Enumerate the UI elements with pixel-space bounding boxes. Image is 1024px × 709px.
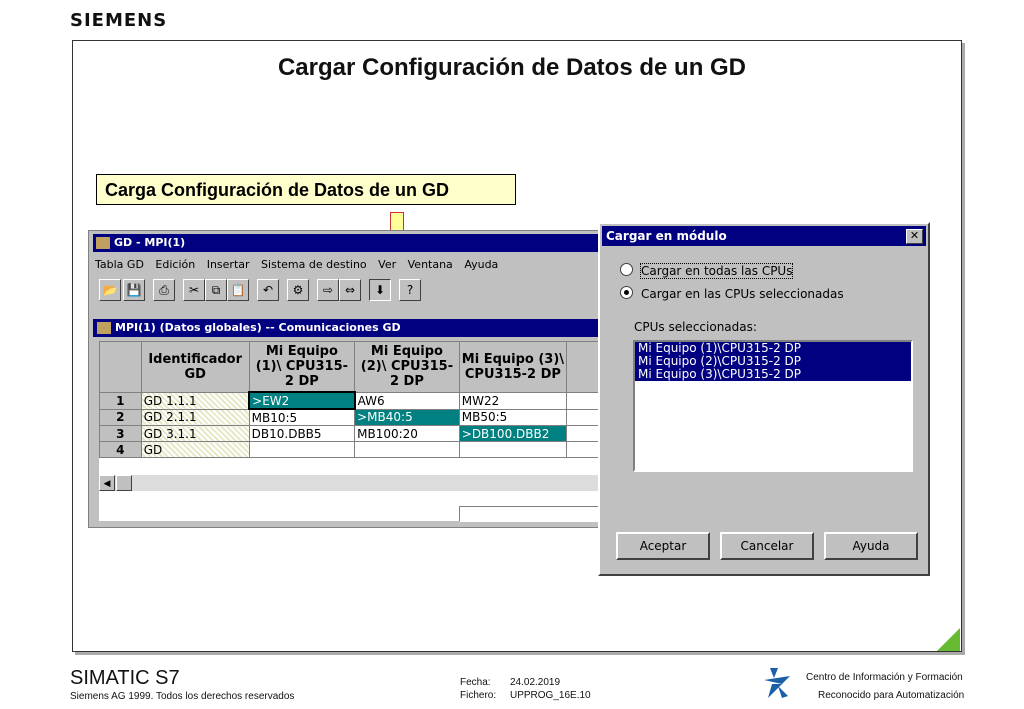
training-center-icon xyxy=(764,668,790,698)
cell[interactable] xyxy=(458,441,568,458)
col-header-equipo-1[interactable]: Mi Equipo (1)\ CPU315-2 DP xyxy=(248,341,356,393)
cell[interactable] xyxy=(566,391,599,410)
scroll-left-icon[interactable]: ◀ xyxy=(99,475,115,491)
compile-icon[interactable]: ⚙ xyxy=(287,279,309,301)
paste-icon[interactable]: 📋 xyxy=(227,279,249,301)
center-label: Centro de Información y Formación xyxy=(806,672,963,683)
cpu-list-label: CPUs seleccionadas: xyxy=(634,320,757,334)
gd-title: GD - MPI(1) xyxy=(114,236,186,249)
corner-header xyxy=(99,341,142,393)
cell[interactable]: MB10:5 xyxy=(248,408,356,426)
table-row: 2 GD 2.1.1 MB10:5 >MB40:5 MB50:5 xyxy=(99,408,599,426)
cell[interactable] xyxy=(566,408,599,426)
cancel-button[interactable]: Cancelar xyxy=(720,532,814,560)
dialog-titlebar[interactable]: Cargar en módulo ✕ xyxy=(602,226,926,246)
table-row: 1 GD 1.1.1 >EW2 AW6 MW22 xyxy=(99,391,599,410)
menu-ventana[interactable]: Ventana xyxy=(408,258,453,271)
recognized-label: Reconocido para Automatización xyxy=(818,690,965,701)
fecha-value: 24.02.2019 xyxy=(510,677,561,688)
gd-toolbar: 📂 💾 ⎙ ✂ ⧉ 📋 ↶ ⚙ ⇨ ⇔ ⬇ ? xyxy=(99,279,599,305)
help-button[interactable]: Ayuda xyxy=(824,532,918,560)
radio-all-label: Cargar en todas las CPUs xyxy=(639,263,794,279)
radio-selected-label: Cargar en las CPUs seleccionadas xyxy=(641,287,844,301)
read-icon[interactable]: ⇨ xyxy=(317,279,339,301)
gd-menubar: Tabla GD Edición Insertar Sistema de des… xyxy=(95,256,506,274)
cell[interactable] xyxy=(566,441,599,458)
cell[interactable]: >MB40:5 xyxy=(354,408,460,426)
dialog-title: Cargar en módulo xyxy=(606,229,727,243)
cell-id[interactable]: GD 1.1.1 xyxy=(140,391,250,410)
menu-tabla-gd[interactable]: Tabla GD xyxy=(95,258,144,271)
callout-box: Carga Configuración de Datos de un GD xyxy=(96,174,516,205)
menu-ayuda[interactable]: Ayuda xyxy=(464,258,498,271)
gd-table: Identificador GD Mi Equipo (1)\ CPU315-2… xyxy=(99,341,599,521)
menu-insertar[interactable]: Insertar xyxy=(207,258,250,271)
row-number[interactable]: 3 xyxy=(99,425,142,442)
siemens-logo: SIEMENS xyxy=(70,10,168,31)
cut-icon[interactable]: ✂ xyxy=(183,279,205,301)
gd-subtitle: MPI(1) (Datos globales) -- Comunicacione… xyxy=(115,321,401,334)
cell[interactable]: DB10.DBB5 xyxy=(248,425,356,442)
undo-icon[interactable]: ↶ xyxy=(257,279,279,301)
radio-selected-cpus[interactable]: Cargar en las CPUs seleccionadas xyxy=(620,285,844,303)
cell[interactable]: MB50:5 xyxy=(458,408,568,426)
cell[interactable] xyxy=(248,441,356,458)
close-button[interactable]: ✕ xyxy=(906,229,923,244)
cell[interactable]: >EW2 xyxy=(248,391,356,410)
col-header-equipo-2[interactable]: Mi Equipo (2)\ CPU315-2 DP xyxy=(354,341,460,393)
cell[interactable]: AW6 xyxy=(354,391,460,410)
cell-id[interactable]: GD 2.1.1 xyxy=(140,408,250,426)
fichero-value: UPPROG_16E.10 xyxy=(510,690,591,701)
radio-all-cpus[interactable]: Cargar en todas las CPUs xyxy=(620,262,794,280)
list-item[interactable]: Mi Equipo (3)\CPU315-2 DP xyxy=(635,368,911,381)
copyright: Siemens AG 1999. Todos los derechos rese… xyxy=(70,691,295,702)
cell-id[interactable]: GD 3.1.1 xyxy=(140,425,250,442)
cell[interactable]: >DB100.DBB2 xyxy=(458,425,568,442)
page-corner xyxy=(937,628,960,651)
fecha-label: Fecha: xyxy=(460,677,491,688)
horizontal-scrollbar[interactable]: ◀ xyxy=(99,475,599,491)
cell[interactable]: MB100:20 xyxy=(354,425,460,442)
gd-subwindow-title[interactable]: MPI(1) (Datos globales) -- Comunicacione… xyxy=(93,319,605,337)
col-header-equipo-3[interactable]: Mi Equipo (3)\ CPU315-2 DP xyxy=(458,341,568,393)
slide-title: Cargar Configuración de Datos de un GD xyxy=(277,54,747,81)
menu-ver[interactable]: Ver xyxy=(378,258,396,271)
download-icon[interactable]: ⬇ xyxy=(369,279,391,301)
cell[interactable]: MW22 xyxy=(458,391,568,410)
table-icon xyxy=(97,322,111,334)
scroll-thumb[interactable] xyxy=(116,475,132,491)
radio-icon xyxy=(620,263,633,276)
radio-checked-icon xyxy=(620,286,633,299)
help-icon[interactable]: ? xyxy=(399,279,421,301)
cpu-listbox[interactable]: Mi Equipo (1)\CPU315-2 DP Mi Equipo (2)\… xyxy=(633,340,913,472)
table-row: 4 GD xyxy=(99,441,599,458)
menu-sistema-destino[interactable]: Sistema de destino xyxy=(261,258,367,271)
load-dialog: Cargar en módulo ✕ Cargar en todas las C… xyxy=(598,222,930,576)
gd-window: GD - MPI(1) Tabla GD Edición Insertar Si… xyxy=(88,230,609,528)
row-number[interactable]: 2 xyxy=(99,408,142,426)
table-row: 3 GD 3.1.1 DB10.DBB5 MB100:20 >DB100.DBB… xyxy=(99,425,599,442)
open-icon[interactable]: 📂 xyxy=(99,279,121,301)
app-icon xyxy=(96,237,110,249)
cell-id[interactable]: GD xyxy=(140,441,250,458)
cell[interactable] xyxy=(566,425,599,442)
accept-button[interactable]: Aceptar xyxy=(616,532,710,560)
row-number[interactable]: 1 xyxy=(99,391,142,410)
status-field xyxy=(459,506,609,522)
copy-icon[interactable]: ⧉ xyxy=(205,279,227,301)
product-name: SIMATIC S7 xyxy=(70,667,180,689)
menu-edicion[interactable]: Edición xyxy=(155,258,195,271)
row-number[interactable]: 4 xyxy=(99,441,142,458)
print-icon[interactable]: ⎙ xyxy=(153,279,175,301)
fichero-label: Fichero: xyxy=(460,690,497,701)
col-header-empty xyxy=(566,341,599,393)
gd-titlebar[interactable]: GD - MPI(1) xyxy=(93,234,605,252)
col-header-id[interactable]: Identificador GD xyxy=(140,341,250,393)
cell[interactable] xyxy=(354,441,460,458)
save-icon[interactable]: 💾 xyxy=(123,279,145,301)
monitor-icon[interactable]: ⇔ xyxy=(339,279,361,301)
